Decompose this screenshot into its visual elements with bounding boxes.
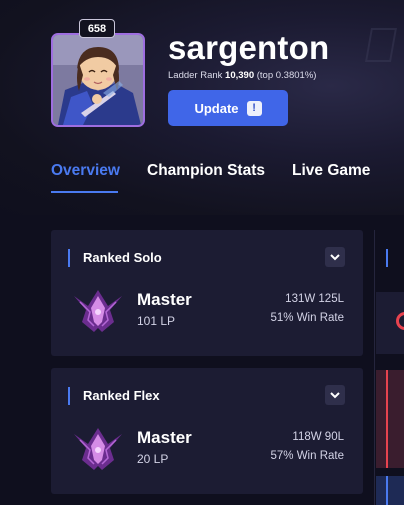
card-accent-bar: [68, 387, 70, 405]
status-ring-icon: [396, 312, 404, 330]
card-accent-bar: [68, 249, 70, 267]
ladder-rank-label: Ladder Rank: [168, 70, 223, 81]
master-rank-emblem-icon: [74, 290, 122, 332]
tab-overview[interactable]: Overview: [51, 162, 120, 180]
side-match-card-win[interactable]: [376, 476, 404, 505]
exclamation-icon: !: [246, 100, 262, 116]
rank-tier: Master: [137, 290, 192, 309]
league-points: 101 LP: [137, 314, 176, 328]
summoner-level-badge: 658: [79, 19, 115, 38]
ladder-rank-value: 10,390: [225, 70, 255, 81]
side-match-card-loss[interactable]: [376, 370, 404, 468]
active-tab-indicator: [51, 191, 118, 193]
card-accent-bar: [386, 249, 388, 267]
card-title: Ranked Flex: [83, 388, 160, 403]
win-loss-record: 131W 125L: [285, 293, 344, 305]
expand-button[interactable]: [325, 385, 345, 405]
tab-champion-stats[interactable]: Champion Stats: [147, 162, 265, 180]
side-panel-header: [376, 230, 404, 290]
ladder-rank: Ladder Rank 10,390 (top 0.3801%): [168, 70, 316, 81]
side-panel-card: [376, 292, 404, 354]
column-divider: [374, 230, 375, 505]
profile-tabs: Overview Champion Stats Live Game: [0, 162, 404, 192]
update-button-label: Update: [194, 100, 239, 116]
league-points: 20 LP: [137, 452, 169, 466]
match-result-bar: [386, 370, 388, 468]
chevron-down-icon: [330, 391, 340, 398]
match-result-bar: [386, 476, 388, 505]
expand-button[interactable]: [325, 247, 345, 267]
card-title: Ranked Solo: [83, 250, 162, 265]
master-rank-emblem-icon: [74, 428, 122, 470]
rank-tier: Master: [137, 428, 192, 447]
champion-portrait-icon: [53, 35, 143, 125]
win-rate: 51% Win Rate: [270, 312, 344, 324]
ranked-flex-card: Ranked Flex Master 20 LP 118W 90L 57% Wi…: [51, 368, 363, 494]
ranked-solo-card: Ranked Solo Master 101 LP 131W 125L 51% …: [51, 230, 363, 356]
tab-live-game[interactable]: Live Game: [292, 162, 370, 180]
win-rate: 57% Win Rate: [270, 450, 344, 462]
profile-avatar: [51, 33, 145, 127]
ladder-rank-top: (top 0.3801%): [256, 70, 317, 81]
win-loss-record: 118W 90L: [292, 431, 344, 443]
summoner-name: sargenton: [168, 29, 330, 66]
chevron-down-icon: [330, 253, 340, 260]
update-button[interactable]: Update !: [168, 90, 288, 126]
